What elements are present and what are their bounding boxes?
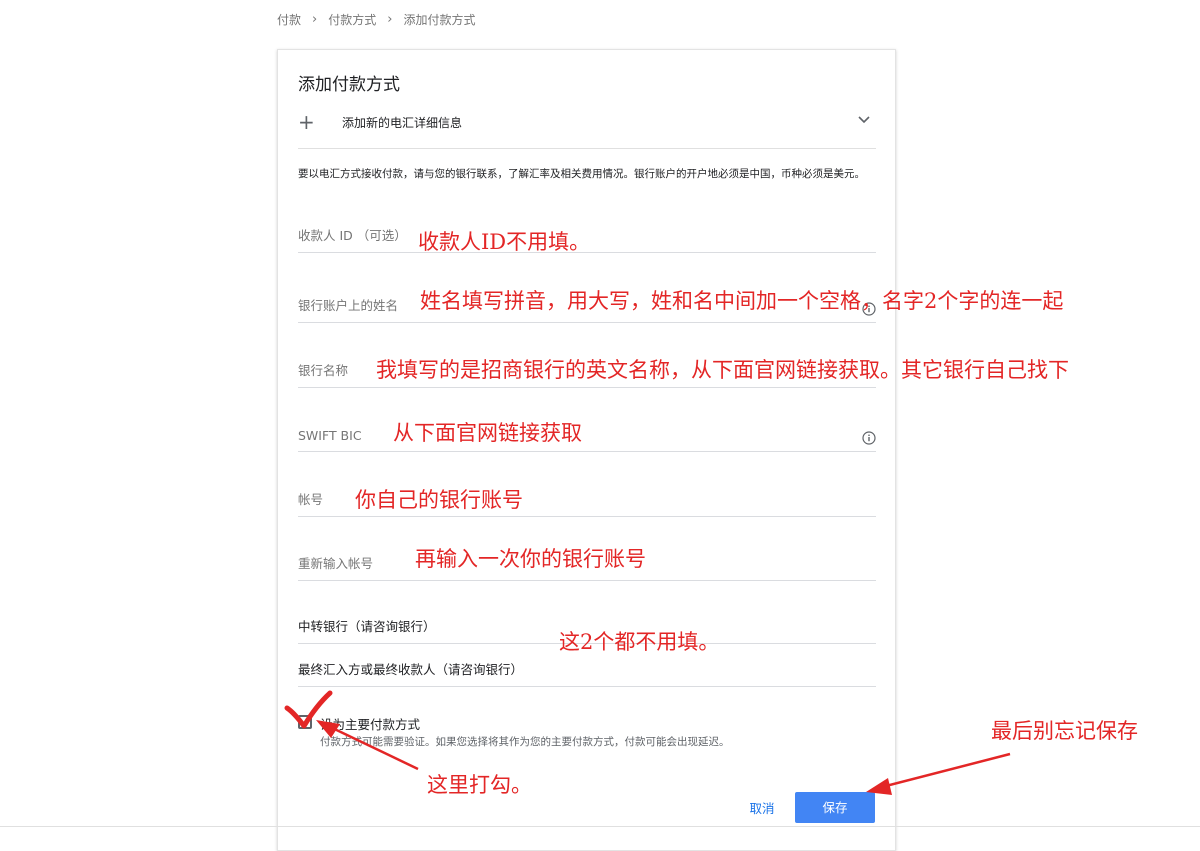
primary-payment-help: 付款方式可能需要验证。如果您选择将其作为您的主要付款方式，付款可能会出现延迟。 [320,736,730,748]
annotation-bank-name: 我填写的是招商银行的英文名称，从下面官网链接获取。其它银行自己找下 [376,358,1069,382]
primary-payment-checkbox[interactable] [298,715,312,729]
add-wire-transfer-row[interactable]: + 添加新的电汇详细信息 [298,110,876,134]
swift-bic-field[interactable]: SWIFT BIC [298,421,876,452]
info-icon[interactable] [862,431,876,445]
breadcrumb-separator-icon: › [387,12,393,27]
final-beneficiary-placeholder: 最终汇入方或最终收款人（请咨询银行） [298,662,524,677]
annotation-account-number: 你自己的银行账号 [355,488,523,512]
breadcrumb-item-current: 添加付款方式 [403,13,476,27]
swift-bic-placeholder: SWIFT BIC [298,428,362,443]
wire-transfer-notice: 要以电汇方式接收付款，请与您的银行联系，了解汇率及相关费用情况。银行账户的开户地… [298,168,865,180]
bank-name-placeholder: 银行名称 [298,363,349,378]
annotation-save: 最后别忘记保存 [991,719,1138,743]
account-number-confirm-placeholder: 重新输入帐号 [298,556,374,571]
account-number-placeholder: 帐号 [298,492,324,507]
annotation-account-name: 姓名填写拼音，用大写，姓和名中间加一个空格，名字2个字的连一起 [420,289,1064,313]
breadcrumb-item-payments[interactable]: 付款 [277,11,301,28]
annotation-checkbox: 这里打勾。 [427,773,532,797]
account-name-placeholder: 银行账户上的姓名 [298,298,399,313]
add-payment-method-card: 添加付款方式 + 添加新的电汇详细信息 要以电汇方式接收付款，请与您的银行联系，… [277,49,896,851]
payee-id-placeholder: 收款人 ID （可选） [298,228,407,243]
annotation-payee-id: 收款人ID不用填。 [418,230,591,254]
divider [298,148,876,149]
save-button[interactable]: 保存 [795,792,875,823]
breadcrumb: 付款 › 付款方式 › 添加付款方式 [277,11,475,28]
chevron-down-icon[interactable] [858,116,870,124]
card-title: 添加付款方式 [298,75,400,95]
intermediary-bank-placeholder: 中转银行（请咨询银行） [298,619,436,634]
arrow-to-save [881,752,1011,789]
add-wire-transfer-label: 添加新的电汇详细信息 [342,115,463,130]
primary-payment-label[interactable]: 设为主要付款方式 [320,714,420,733]
annotation-swift: 从下面官网链接获取 [393,421,582,445]
breadcrumb-separator-icon: › [312,12,318,27]
breadcrumb-item-payment-methods[interactable]: 付款方式 [328,11,376,28]
annotation-account-number-confirm: 再输入一次你的银行账号 [415,547,646,571]
cancel-button[interactable]: 取消 [737,794,787,824]
annotation-optional-fields: 这2个都不用填。 [559,630,720,654]
page-bottom-divider [0,826,1200,827]
final-beneficiary-field[interactable]: 最终汇入方或最终收款人（请咨询银行） [298,656,876,687]
plus-icon: + [298,110,315,134]
